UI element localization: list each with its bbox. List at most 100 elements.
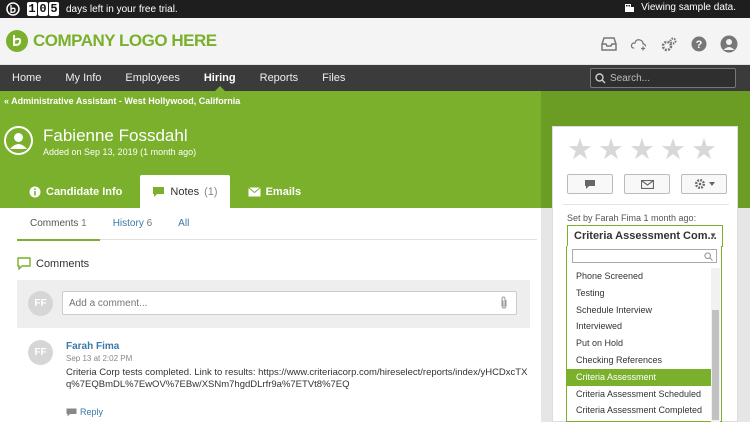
notes-subtabs: Comments 1 History 6 All <box>17 208 537 241</box>
reply-button[interactable]: Reply <box>66 407 103 417</box>
status-set-by: Set by Farah Fima 1 month ago: <box>567 213 697 223</box>
search-input[interactable] <box>610 72 730 84</box>
status-select[interactable]: Criteria Assessment Com... ▼ <box>567 225 723 247</box>
tab-label: Notes <box>170 185 200 198</box>
scrollbar-thumb[interactable] <box>712 310 719 420</box>
cloud-upload-icon[interactable] <box>630 35 648 53</box>
trial-digit: 0 <box>38 2 48 16</box>
section-title-text: Comments <box>36 257 90 270</box>
envelope-icon <box>640 179 654 189</box>
nav-item-reports[interactable]: Reports <box>248 65 311 91</box>
building-icon <box>625 4 635 12</box>
info-icon <box>29 186 41 197</box>
reply-label: Reply <box>80 407 104 417</box>
nav-item-files[interactable]: Files <box>310 65 357 91</box>
candidate-avatar <box>4 126 33 155</box>
subtab-all[interactable]: All <box>165 208 202 240</box>
status-select-value: Criteria Assessment Com... <box>574 230 717 242</box>
user-avatar-icon[interactable] <box>720 35 738 53</box>
star-icon[interactable]: ★ <box>567 135 593 165</box>
tab-candidate-info[interactable]: Candidate Info <box>17 175 134 208</box>
comment-icon <box>17 257 31 270</box>
subtab-history[interactable]: History 6 <box>100 208 165 240</box>
chevron-down-icon: ▼ <box>709 231 717 240</box>
tab-notes[interactable]: Notes (1) <box>140 175 230 208</box>
subtab-label: History <box>112 218 144 229</box>
settings-dropdown-button[interactable] <box>681 174 727 194</box>
nav-item-home[interactable]: Home <box>0 65 53 91</box>
star-icon[interactable]: ★ <box>598 135 624 165</box>
candidate-banner: « Administrative Assistant - West Hollyw… <box>0 91 541 208</box>
trial-days-counter: 1 0 5 <box>27 2 59 16</box>
envelope-icon <box>247 186 261 196</box>
status-option[interactable]: Schedule Interview <box>567 302 712 319</box>
dropdown-scrollbar[interactable] <box>711 268 720 422</box>
main-nav: Home My Info Employees Hiring Reports Fi… <box>0 65 750 91</box>
sample-data-text: Viewing sample data. <box>641 2 736 13</box>
status-option[interactable]: Criteria Assessment Scheduled <box>567 386 712 403</box>
tab-label: Candidate Info <box>46 185 123 198</box>
search-icon <box>595 72 606 83</box>
bamboo-logo-icon <box>6 2 20 16</box>
comment-input[interactable] <box>62 291 517 315</box>
company-logo-icon <box>6 30 28 52</box>
status-option[interactable]: Phone Screened <box>567 268 712 285</box>
trial-digit: 1 <box>27 2 37 16</box>
subtab-comments[interactable]: Comments 1 <box>17 208 100 241</box>
nav-item-employees[interactable]: Employees <box>113 65 191 91</box>
divider <box>563 204 729 205</box>
search-icon <box>704 252 713 261</box>
comments-section-title: Comments <box>17 257 89 270</box>
app-header: COMPANY LOGO HERE ? <box>0 18 750 65</box>
avatar: FF <box>28 340 53 365</box>
help-icon[interactable]: ? <box>690 35 708 53</box>
status-option-selected[interactable]: Criteria Assessment <box>567 368 712 386</box>
company-logo[interactable]: COMPANY LOGO HERE <box>5 29 217 53</box>
svg-text:?: ? <box>696 39 703 51</box>
post-body: Criteria Corp tests completed. Link to r… <box>66 367 528 390</box>
avatar: FF <box>28 291 53 316</box>
email-button[interactable] <box>624 174 670 194</box>
rating-stars: ★ ★ ★ ★ ★ <box>567 135 717 165</box>
status-option[interactable]: Interviewed <box>567 318 712 335</box>
settings-icon[interactable] <box>660 35 678 53</box>
candidate-added-date: Added on Sep 13, 2019 (1 month ago) <box>43 147 197 157</box>
status-option[interactable]: Testing <box>567 285 712 302</box>
breadcrumb-back-link[interactable]: « Administrative Assistant - West Hollyw… <box>4 96 240 106</box>
reply-icon <box>66 408 77 416</box>
trial-digit: 5 <box>49 2 59 16</box>
trial-text: days left in your free trial. <box>66 3 178 15</box>
post-date: Sep 13 at 2:02 PM <box>66 354 133 363</box>
comment-button[interactable] <box>567 174 613 194</box>
status-dropdown-menu: Phone Screened Testing Schedule Intervie… <box>566 246 722 422</box>
candidate-tabs: Candidate Info Notes (1) Emails <box>17 175 313 208</box>
candidate-name: Fabienne Fossdahl <box>43 126 188 145</box>
comments-count: 1 <box>81 218 87 229</box>
subtab-label: All <box>178 218 190 229</box>
gear-icon <box>694 179 705 189</box>
chevron-down-icon <box>708 182 715 186</box>
notes-count: (1) <box>204 185 218 198</box>
nav-item-my-info[interactable]: My Info <box>53 65 113 91</box>
tab-emails[interactable]: Emails <box>236 175 313 208</box>
star-icon[interactable]: ★ <box>660 135 686 165</box>
nav-item-hiring[interactable]: Hiring <box>192 65 248 91</box>
status-options-list: Phone Screened Testing Schedule Intervie… <box>567 268 712 419</box>
paperclip-icon[interactable] <box>499 296 509 309</box>
post-author-link[interactable]: Farah Fima <box>66 341 119 352</box>
status-option[interactable]: Checking References <box>567 352 712 369</box>
speech-bubble-icon <box>153 186 165 197</box>
status-option[interactable]: Criteria Assessment Completed <box>567 402 712 419</box>
star-icon[interactable]: ★ <box>691 135 717 165</box>
company-logo-text: COMPANY LOGO HERE <box>33 31 217 50</box>
speech-bubble-icon <box>585 179 595 189</box>
inbox-icon[interactable] <box>600 35 618 53</box>
star-icon[interactable]: ★ <box>629 135 655 165</box>
sample-data-indicator[interactable]: Viewing sample data. <box>624 2 736 13</box>
tab-label: Emails <box>265 185 302 198</box>
history-count: 6 <box>146 218 153 229</box>
status-option[interactable]: Put on Hold <box>567 335 712 352</box>
person-icon <box>10 133 27 149</box>
dropdown-search-input[interactable] <box>572 249 717 263</box>
subtab-label: Comments <box>30 218 79 229</box>
